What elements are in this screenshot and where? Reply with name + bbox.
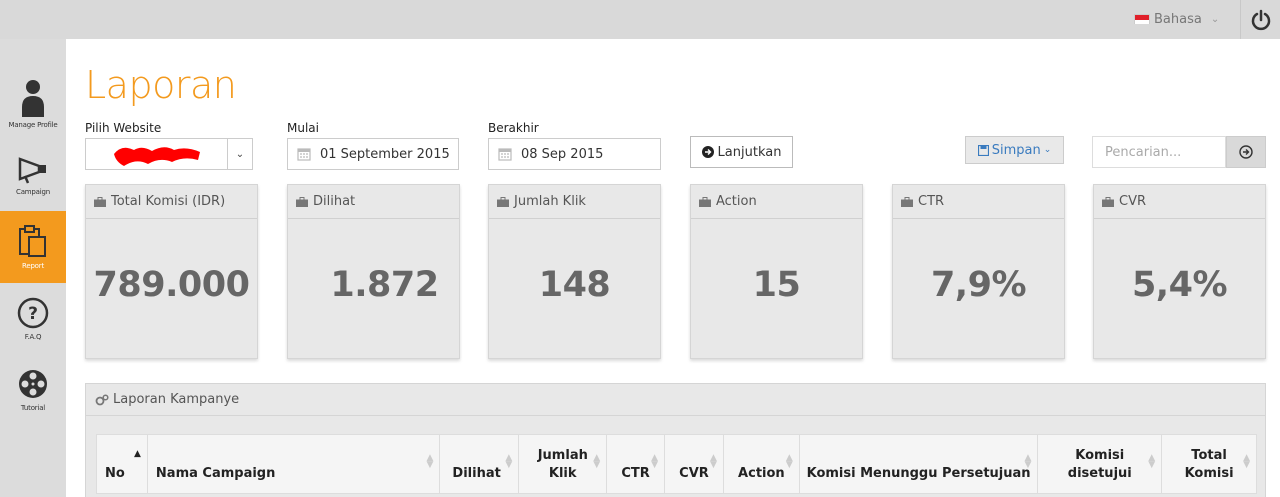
sidebar-item-label: Tutorial — [20, 404, 46, 412]
continue-button[interactable]: Lanjutkan — [690, 136, 793, 168]
sort-icon: ▲ ▼ — [1024, 453, 1032, 470]
gears-icon — [95, 393, 109, 405]
sidebar-item-report[interactable]: Report — [0, 211, 66, 283]
stat-value: 789.000 — [93, 265, 250, 305]
sidebar: Manage Profile Campaign Report ? F.A.Q T… — [0, 39, 66, 497]
column-header-komisi-menunggu[interactable]: Komisi Menunggu Persetujuan ▲ ▼ — [800, 435, 1039, 493]
arrow-circle-right-icon — [701, 146, 714, 158]
column-header-action[interactable]: Action ▲ ▼ — [724, 435, 800, 493]
stat-card-action: Action 15 — [690, 184, 863, 359]
sort-icon: ▲ ▼ — [593, 453, 601, 470]
sidebar-item-label: F.A.Q — [24, 333, 42, 341]
stat-card-jumlah-klik: Jumlah Klik 148 — [488, 184, 661, 359]
search-button[interactable] — [1226, 136, 1266, 168]
column-header-nama-campaign[interactable]: Nama Campaign ▲ ▼ — [148, 435, 441, 493]
sort-icon: ▲ ▼ — [785, 453, 793, 470]
column-header-total-komisi[interactable]: Total Komisi ▲ ▼ — [1162, 435, 1256, 493]
sidebar-item-tutorial[interactable]: Tutorial — [0, 354, 66, 426]
sidebar-item-campaign[interactable]: Campaign — [0, 139, 66, 211]
start-date-value: 01 September 2015 — [320, 146, 450, 162]
briefcase-icon — [94, 196, 106, 207]
stat-label: Action — [716, 194, 757, 209]
briefcase-icon — [901, 196, 913, 207]
clipboard-icon — [19, 225, 46, 257]
stat-value: 5,4% — [1131, 265, 1228, 305]
save-button[interactable]: Simpan ⌄ — [965, 136, 1064, 164]
sidebar-item-label: Campaign — [16, 188, 50, 196]
search-placeholder: Pencarian... — [1105, 144, 1182, 160]
megaphone-icon — [18, 157, 46, 184]
continue-button-label: Lanjutkan — [717, 144, 782, 160]
stat-card-dilihat: Dilihat 1.872 — [287, 184, 460, 359]
briefcase-icon — [296, 196, 308, 207]
sort-icon: ▲ ▼ — [505, 453, 513, 470]
end-date-label: Berakhir — [488, 121, 539, 135]
stat-label: CVR — [1119, 194, 1147, 209]
column-header-no[interactable]: No ▲ — [97, 435, 148, 493]
stat-label: Dilihat — [313, 194, 356, 209]
sort-icon: ▲ ▼ — [1148, 453, 1156, 470]
sidebar-item-faq[interactable]: ? F.A.Q — [0, 283, 66, 355]
sidebar-item-label: Manage Profile — [8, 121, 58, 129]
sidebar-item-label: Report — [21, 262, 44, 270]
website-label: Pilih Website — [85, 121, 162, 135]
svg-text:?: ? — [28, 304, 38, 324]
stat-label: Total Komisi (IDR) — [111, 194, 226, 209]
column-header-komisi-disetujui[interactable]: Komisi disetujui ▲ ▼ — [1038, 435, 1163, 493]
page-title: Laporan — [85, 63, 237, 107]
stat-card-cvr: CVR 5,4% — [1093, 184, 1266, 359]
stat-label: Jumlah Klik — [514, 194, 586, 209]
campaign-report-panel: Laporan Kampanye No ▲ Nama Campaign ▲ ▼ D… — [85, 383, 1266, 497]
film-reel-icon — [19, 370, 47, 398]
calendar-icon — [297, 148, 311, 161]
campaign-table-header: No ▲ Nama Campaign ▲ ▼ Dilihat ▲ ▼ Jumlah … — [96, 434, 1257, 494]
language-selector[interactable]: Bahasa ⌄ — [1134, 10, 1219, 28]
end-date-input[interactable]: 08 Sep 2015 — [488, 138, 661, 170]
stat-label: CTR — [918, 194, 945, 209]
search-input[interactable]: Pencarian... — [1092, 136, 1226, 168]
column-header-jumlah-klik[interactable]: Jumlah Klik ▲ ▼ — [519, 435, 608, 493]
column-header-dilihat[interactable]: Dilihat ▲ ▼ — [440, 435, 520, 493]
save-button-label: Simpan — [991, 142, 1041, 158]
start-date-label: Mulai — [287, 121, 319, 135]
language-label: Bahasa — [1154, 11, 1202, 27]
sort-icon: ▲ ▼ — [710, 453, 717, 470]
sort-icon: ▲ ▼ — [426, 453, 434, 470]
briefcase-icon — [699, 196, 711, 207]
sort-asc-icon: ▲ — [134, 449, 141, 459]
chevron-down-icon: ⌄ — [1043, 145, 1052, 155]
chevron-down-icon[interactable]: ⌄ — [227, 139, 252, 169]
end-date-value: 08 Sep 2015 — [521, 146, 604, 162]
website-select[interactable]: ⌄ — [85, 138, 253, 170]
stat-value: 15 — [752, 265, 801, 305]
start-date-input[interactable]: 01 September 2015 — [287, 138, 459, 170]
stat-card-ctr: CTR 7,9% — [892, 184, 1065, 359]
sidebar-item-manage-profile[interactable]: Manage Profile — [0, 68, 66, 140]
calendar-icon — [498, 148, 512, 161]
question-icon: ? — [17, 297, 49, 329]
user-icon — [22, 80, 44, 117]
chevron-down-icon: ⌄ — [1210, 13, 1220, 25]
sort-icon: ▲ ▼ — [651, 453, 659, 470]
sort-icon: ▲ ▼ — [1243, 453, 1250, 470]
column-header-ctr[interactable]: CTR ▲ ▼ — [607, 435, 666, 493]
stat-value: 1.872 — [330, 265, 439, 305]
stat-value: 148 — [538, 265, 611, 305]
power-button[interactable] — [1240, 0, 1280, 39]
redaction-mark — [114, 147, 200, 166]
main-content: Laporan Pilih Website ⌄ Mulai 01 Septemb… — [66, 39, 1280, 497]
stat-card-total-komisi: Total Komisi (IDR) 789.000 — [85, 184, 258, 359]
briefcase-icon — [497, 196, 509, 207]
floppy-disk-icon — [977, 144, 989, 156]
indonesia-flag-icon — [1134, 14, 1150, 24]
arrow-circle-right-icon — [1239, 145, 1253, 159]
briefcase-icon — [1102, 196, 1114, 207]
top-bar: Bahasa ⌄ — [0, 0, 1280, 39]
panel-title: Laporan Kampanye — [113, 392, 240, 407]
column-header-cvr[interactable]: CVR ▲ ▼ — [665, 435, 724, 493]
stat-value: 7,9% — [930, 265, 1027, 305]
power-icon — [1251, 9, 1270, 30]
